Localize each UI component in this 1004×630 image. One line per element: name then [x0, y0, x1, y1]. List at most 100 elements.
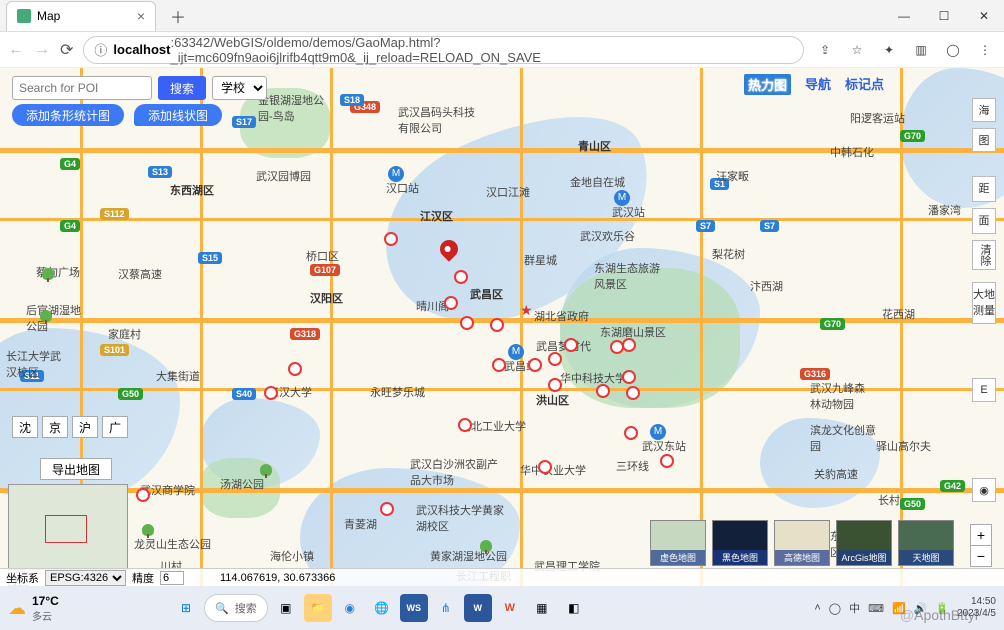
city-shanghai[interactable]: 沪	[72, 416, 98, 438]
markers-link[interactable]: 标记点	[845, 74, 884, 95]
poi-marker[interactable]	[528, 358, 542, 372]
url-input[interactable]: ⓘ localhost:63342/WebGIS/oldemo/demos/Ga…	[83, 36, 804, 64]
metro-icon: M	[388, 166, 404, 182]
clock[interactable]: 14:50 2023/4/5	[957, 596, 996, 620]
weather-widget[interactable]: ☁ 17°C 多云	[8, 594, 59, 623]
area-tool[interactable]: 面	[972, 208, 996, 234]
menu-icon[interactable]: ⋮	[974, 39, 996, 61]
extensions-icon[interactable]: ✦	[878, 39, 900, 61]
overview-tool[interactable]: 海	[972, 98, 996, 122]
close-tab-icon[interactable]: ×	[137, 8, 145, 24]
clear-tool[interactable]: 清除	[972, 240, 996, 270]
chevron-up-icon[interactable]: ˄	[814, 602, 820, 614]
edge-icon[interactable]: ◉	[336, 594, 364, 622]
word-icon[interactable]: W	[464, 594, 492, 622]
poi-marker[interactable]	[538, 460, 552, 474]
poi-marker[interactable]	[492, 358, 506, 372]
reload-button[interactable]: ⟳	[60, 40, 73, 60]
city-guangzhou[interactable]: 广	[102, 416, 128, 438]
map-viewport[interactable]: G4 G4 G70 G70 G50 G50 G42 G107 G318 G316…	[0, 68, 1004, 586]
poi-marker[interactable]	[626, 386, 640, 400]
chrome-icon[interactable]: 🌐	[368, 594, 396, 622]
close-window-button[interactable]: ✕	[964, 1, 1004, 31]
precision-input[interactable]	[160, 571, 184, 585]
maximize-button[interactable]: ☐	[924, 1, 964, 31]
overview-map[interactable]	[8, 484, 128, 570]
ime-icon[interactable]: ⌨	[868, 602, 884, 615]
poi-marker[interactable]	[264, 386, 278, 400]
basemap-light[interactable]: 虚色地图	[650, 520, 706, 566]
vscode-icon[interactable]: ⋔	[432, 594, 460, 622]
place-label: 汤湖公园	[220, 476, 264, 492]
zoom-out-button[interactable]: −	[970, 545, 992, 567]
locate-tool[interactable]: ◉	[972, 478, 996, 502]
poi-marker[interactable]	[288, 362, 302, 376]
basemap-tianditu[interactable]: 天地图	[898, 520, 954, 566]
minimize-button[interactable]: —	[884, 1, 924, 31]
place-label: 洪山区	[536, 392, 569, 408]
webstorm-icon[interactable]: WS	[400, 594, 428, 622]
add-bar-chart-button[interactable]: 添加条形统计图	[12, 104, 124, 126]
tree-icon	[480, 540, 492, 552]
city-shenyang[interactable]: 沈	[12, 416, 38, 438]
basemap-gaode[interactable]: 高德地图	[774, 520, 830, 566]
explorer-icon[interactable]: 📁	[304, 594, 332, 622]
category-select[interactable]: 学校	[212, 76, 267, 100]
basemap-arcgis[interactable]: ArcGis地图	[836, 520, 892, 566]
forward-button[interactable]: →	[34, 41, 50, 59]
app-icon[interactable]: ▦	[528, 594, 556, 622]
poi-marker[interactable]	[548, 378, 562, 392]
address-bar: ← → ⟳ ⓘ localhost:63342/WebGIS/oldemo/de…	[0, 32, 1004, 68]
add-line-chart-button[interactable]: 添加线状图	[134, 104, 222, 126]
star-icon[interactable]: ☆	[846, 39, 868, 61]
task-view-icon[interactable]: ▣	[272, 594, 300, 622]
start-button[interactable]: ⊞	[172, 594, 200, 622]
battery-icon[interactable]: 🔋	[935, 602, 949, 615]
wps-icon[interactable]: W	[496, 594, 524, 622]
heatmap-link[interactable]: 热力图	[744, 74, 791, 95]
wifi-icon[interactable]: 📶	[892, 602, 906, 615]
geodesic-measure-tool[interactable]: 大地 测量	[972, 282, 996, 324]
basemap-dark[interactable]: 黑色地图	[712, 520, 768, 566]
poi-search-input[interactable]	[12, 76, 152, 100]
tray-icon[interactable]: ◯	[829, 602, 841, 615]
volume-icon[interactable]: 🔊	[914, 602, 928, 615]
side-panel-icon[interactable]: ▥	[910, 39, 932, 61]
search-button[interactable]: 搜索	[158, 76, 206, 100]
new-tab-button[interactable]: ＋	[164, 4, 192, 28]
export-map-button[interactable]: 导出地图	[40, 458, 112, 480]
poi-marker[interactable]	[444, 296, 458, 310]
poi-marker[interactable]	[596, 384, 610, 398]
poi-marker[interactable]	[624, 426, 638, 440]
share-icon[interactable]: ⇪	[814, 39, 836, 61]
poi-marker[interactable]	[458, 418, 472, 432]
profile-icon[interactable]: ◯	[942, 39, 964, 61]
app-icon-2[interactable]: ◧	[560, 594, 588, 622]
extent-tool[interactable]: E	[972, 378, 996, 402]
navigation-link[interactable]: 导航	[805, 74, 831, 95]
browser-tab[interactable]: Map ×	[6, 1, 156, 31]
poi-marker[interactable]	[460, 316, 474, 330]
city-beijing[interactable]: 京	[42, 416, 68, 438]
poi-marker[interactable]	[380, 502, 394, 516]
poi-marker[interactable]	[622, 338, 636, 352]
place-label: 关豹高速	[814, 466, 858, 482]
tab-title: Map	[37, 9, 60, 23]
poi-marker[interactable]	[136, 488, 150, 502]
crs-select[interactable]: EPSG:4326	[45, 570, 126, 586]
poi-marker[interactable]	[454, 270, 468, 284]
place-label: 龙灵山生态公园	[134, 536, 211, 552]
shield: S7	[760, 220, 779, 232]
taskbar-search[interactable]: 🔍 搜索	[204, 594, 268, 622]
zoom-in-button[interactable]: +	[970, 524, 992, 546]
poi-marker[interactable]	[660, 454, 674, 468]
poi-marker[interactable]	[490, 318, 504, 332]
poi-marker[interactable]	[384, 232, 398, 246]
poi-marker[interactable]	[564, 338, 578, 352]
distance-tool[interactable]: 距	[972, 176, 996, 202]
poi-marker[interactable]	[548, 352, 562, 366]
ime-indicator[interactable]: 中	[849, 600, 860, 616]
layers-tool[interactable]: 图	[972, 128, 996, 152]
back-button[interactable]: ←	[8, 41, 24, 59]
poi-marker[interactable]	[622, 370, 636, 384]
